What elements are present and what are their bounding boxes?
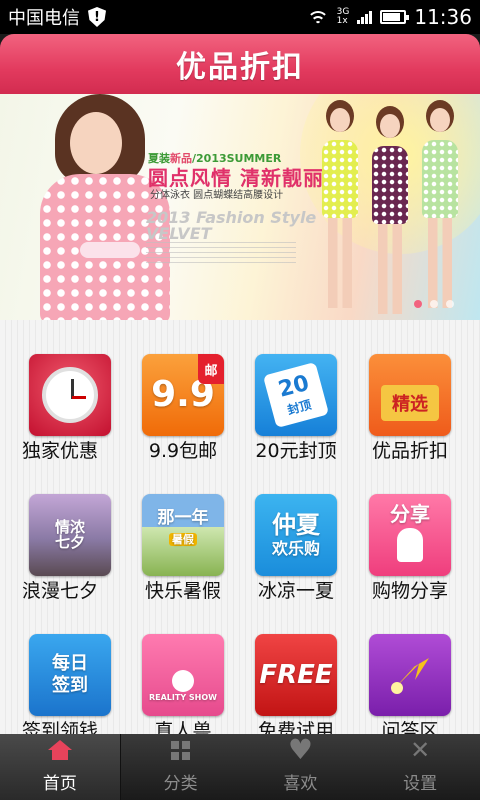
banner-fashion-text: 2013 Fashion Style VELVET bbox=[146, 210, 316, 242]
tile-badge: 邮 bbox=[198, 354, 224, 384]
grid-item-q-and-a[interactable]: 问答区 bbox=[340, 600, 460, 734]
clock-time: 11:36 bbox=[414, 5, 472, 29]
gift-crate-icon: 精选 bbox=[369, 354, 451, 436]
sign-in-icon: 每日 签到 bbox=[29, 634, 111, 716]
banner-subline: 分体泳衣 圆点蝴蝶结高腰设计 bbox=[150, 190, 284, 201]
shield-alert-icon: ! bbox=[88, 7, 106, 27]
bottom-tab-bar: 首页 分类 ♥ 喜欢 ✕ 设置 bbox=[0, 734, 480, 800]
home-icon bbox=[47, 740, 72, 760]
grid-item-exclusive-deals[interactable]: 独家优惠 bbox=[0, 320, 120, 462]
grid-item-label: 优品折扣 bbox=[371, 440, 448, 462]
reality-show-icon: REALITY SHOW bbox=[142, 634, 224, 716]
tab-label: 喜欢 bbox=[283, 774, 318, 794]
signal-icon bbox=[357, 10, 373, 24]
grid-item-shopping-share[interactable]: 分享 购物分享 bbox=[340, 460, 460, 602]
grid-item-daily-sign-in[interactable]: 每日 签到 签到领钱 bbox=[0, 600, 120, 734]
category-grid: 独家优惠 9.9 邮 9.9包邮 20 封顶 20元封顶 精选 优品折扣 情浓七夕… bbox=[0, 320, 480, 734]
tile-art-bottom: 欢乐购 bbox=[271, 539, 320, 558]
tile-art-text: FREE bbox=[259, 660, 333, 690]
couple-icon: 情浓七夕 bbox=[29, 494, 111, 576]
banner-fine-print bbox=[146, 242, 296, 264]
carrier-label: 中国电信 bbox=[8, 8, 80, 29]
umbrella-icon: 仲夏 欢乐购 bbox=[255, 494, 337, 576]
tab-label: 分类 bbox=[163, 774, 198, 794]
promo-banner[interactable]: 夏装新品/2013SUMMER 圆点风情 清新靓丽 分体泳衣 圆点蝴蝶结高腰设计… bbox=[0, 94, 480, 320]
tile-art-top: 每日 bbox=[52, 653, 88, 674]
tab-label: 设置 bbox=[403, 774, 438, 794]
grid-item-free-trial[interactable]: FREE 免费试用 bbox=[226, 600, 346, 734]
tile-art-text: REALITY SHOW bbox=[148, 693, 217, 702]
grid-item-label: 签到领钱 bbox=[21, 720, 98, 734]
wifi-icon bbox=[306, 9, 329, 25]
network-type-icon: 3G 1x bbox=[337, 8, 350, 26]
alarm-clock-icon bbox=[29, 354, 111, 436]
tools-icon: ✕ bbox=[410, 736, 431, 764]
status-bar: 中国电信 ! 3G 1x 11:36 bbox=[0, 0, 480, 34]
grid-item-happy-summer[interactable]: 那一年 暑假 快乐暑假 bbox=[113, 460, 233, 602]
tile-art-top: 仲夏 bbox=[272, 511, 320, 539]
grid-item-romantic-qixi[interactable]: 情浓七夕 浪漫七夕 bbox=[0, 460, 120, 602]
tab-label: 首页 bbox=[42, 774, 77, 794]
battery-icon bbox=[380, 10, 410, 24]
network-type-bottom: 1x bbox=[336, 16, 348, 26]
banner-fashion-line2: VELVET bbox=[146, 224, 212, 243]
tab-settings[interactable]: ✕ 设置 bbox=[360, 734, 480, 800]
nine-nine-icon: 9.9 邮 bbox=[142, 354, 224, 436]
grid-item-label: 购物分享 bbox=[371, 580, 448, 602]
grid-item-20-yuan-cap[interactable]: 20 封顶 20元封顶 bbox=[226, 320, 346, 462]
summer-holiday-icon: 那一年 暑假 bbox=[142, 494, 224, 576]
heart-icon: ♥ bbox=[287, 733, 313, 766]
banner-model-image bbox=[40, 94, 170, 320]
grid-item-cool-summer[interactable]: 仲夏 欢乐购 冰凉一夏 bbox=[226, 460, 346, 602]
page-title: 优品折扣 bbox=[176, 50, 304, 85]
tile-art-bottom: 签到 bbox=[52, 675, 88, 696]
grid-item-quality-discount[interactable]: 精选 优品折扣 bbox=[340, 320, 460, 462]
tab-favorites[interactable]: ♥ 喜欢 bbox=[241, 734, 361, 800]
grid-item-label: 问答区 bbox=[381, 720, 439, 734]
banner-pager bbox=[414, 300, 454, 308]
tile-art-top: 那一年 bbox=[157, 508, 209, 528]
free-icon: FREE bbox=[255, 634, 337, 716]
tile-art-text: 情浓七夕 bbox=[55, 518, 86, 551]
grid-item-label: 独家优惠 bbox=[21, 440, 98, 462]
grid-item-reality-show[interactable]: REALITY SHOW 真人兽 bbox=[113, 600, 233, 734]
grid-item-free-shipping[interactable]: 9.9 邮 9.9包邮 bbox=[113, 320, 233, 462]
tile-art-text: 分享 bbox=[390, 502, 430, 526]
arrow-star-icon bbox=[369, 634, 451, 716]
tile-art-bottom: 暑假 bbox=[169, 533, 197, 546]
grid-icon bbox=[171, 740, 191, 760]
tab-categories[interactable]: 分类 bbox=[121, 734, 241, 800]
app-header: 优品折扣 bbox=[0, 34, 480, 94]
banner-models-group bbox=[318, 100, 468, 320]
tile-art-text: 精选 bbox=[381, 385, 439, 421]
shopping-bags-icon: 分享 bbox=[369, 494, 451, 576]
price-tag-icon: 20 封顶 bbox=[255, 354, 337, 436]
grid-item-label: 浪漫七夕 bbox=[21, 580, 98, 602]
tab-home[interactable]: 首页 bbox=[0, 734, 121, 800]
